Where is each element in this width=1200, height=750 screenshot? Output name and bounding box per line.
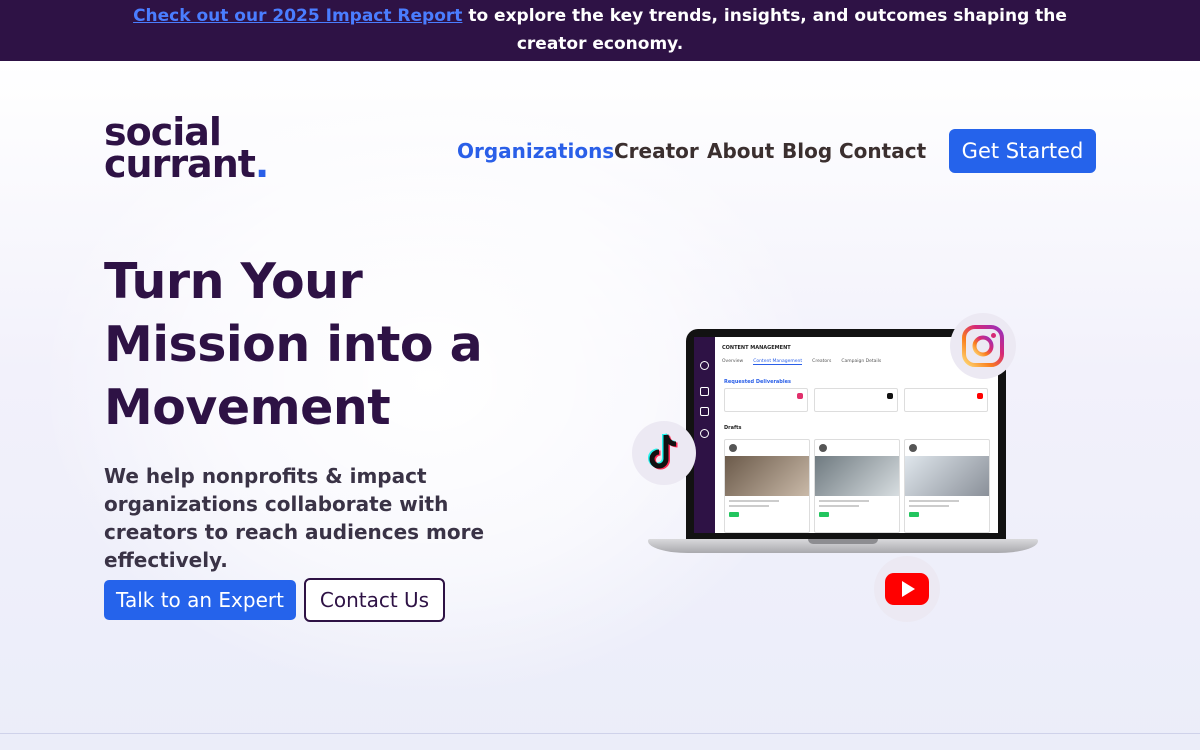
section-divider <box>0 733 1200 734</box>
main-nav: Organizations Creator About Blog Contact <box>457 137 939 165</box>
announcement-text: to explore the key trends, insights, and… <box>462 6 1067 54</box>
nav-contact[interactable]: Contact <box>839 137 939 165</box>
deliverable-box <box>904 388 988 412</box>
laptop-notch <box>808 539 878 544</box>
draft-card <box>814 439 900 533</box>
nav-about[interactable]: About <box>707 137 782 165</box>
talk-to-expert-button[interactable]: Talk to an Expert <box>104 580 296 620</box>
site-logo[interactable]: social currant. <box>104 113 274 183</box>
instagram-icon <box>950 313 1016 379</box>
tiktok-icon <box>632 421 696 485</box>
app-tabs: Overview Content Management Creators Cam… <box>722 359 882 365</box>
hero-subtext: We help nonprofits & impact organization… <box>104 464 485 572</box>
hero-headline: Turn Your Mission into a Movement <box>104 253 483 436</box>
draft-card <box>904 439 990 533</box>
draft-card <box>724 439 810 533</box>
app-header: CONTENT MANAGEMENT <box>722 345 791 351</box>
deliverable-box <box>724 388 808 412</box>
app-sidebar <box>694 337 715 533</box>
announcement-bar: Check out our 2025 Impact Report to expl… <box>0 0 1200 61</box>
requested-deliverables-title: Requested Deliverables <box>724 379 791 385</box>
nav-blog[interactable]: Blog <box>782 137 839 165</box>
get-started-button[interactable]: Get Started <box>949 129 1096 173</box>
impact-report-link[interactable]: Check out our 2025 Impact Report <box>133 6 462 26</box>
drafts-label: Drafts <box>724 425 742 431</box>
deliverable-box <box>814 388 898 412</box>
nav-organizations[interactable]: Organizations <box>457 137 614 165</box>
logo-line-2: currant. <box>104 142 269 186</box>
dashboard-screenshot: CONTENT MANAGEMENT Overview Content Mana… <box>694 337 998 533</box>
nav-creator[interactable]: Creator <box>614 137 707 165</box>
youtube-icon <box>874 556 940 622</box>
contact-us-button[interactable]: Contact Us <box>304 578 445 622</box>
